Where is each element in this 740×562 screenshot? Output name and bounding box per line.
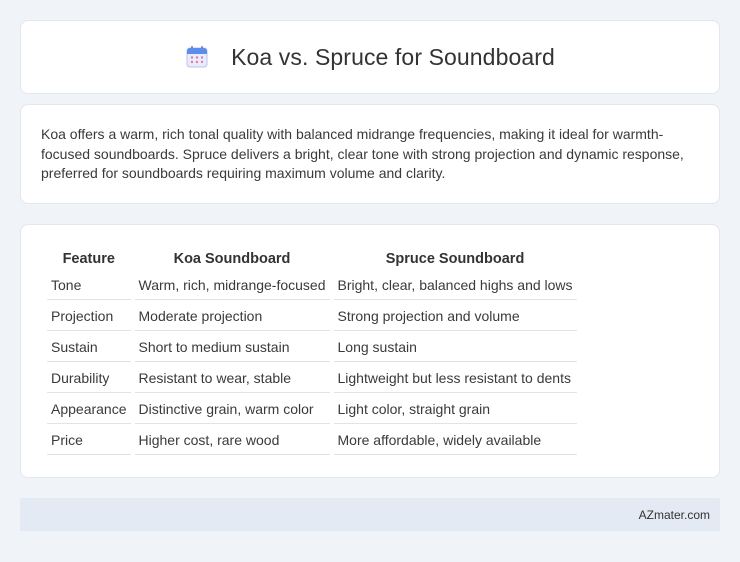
koa-cell: Distinctive grain, warm color <box>134 395 330 424</box>
intro-text: Koa offers a warm, rich tonal quality wi… <box>41 126 684 181</box>
table-row: Tone Warm, rich, midrange-focused Bright… <box>47 271 577 300</box>
spruce-cell: More affordable, widely available <box>333 426 577 455</box>
koa-cell: Warm, rich, midrange-focused <box>134 271 330 300</box>
title-wrap: Koa vs. Spruce for Soundboard <box>185 44 555 71</box>
koa-cell: Moderate projection <box>134 302 330 331</box>
spruce-cell: Bright, clear, balanced highs and lows <box>333 271 577 300</box>
title-card: Koa vs. Spruce for Soundboard <box>20 20 720 94</box>
spruce-cell: Strong projection and volume <box>333 302 577 331</box>
spruce-cell: Long sustain <box>333 333 577 362</box>
koa-cell: Higher cost, rare wood <box>134 426 330 455</box>
footer: AZmater.com <box>20 498 720 531</box>
table-row: Sustain Short to medium sustain Long sus… <box>47 333 577 362</box>
comparison-table: Feature Koa Soundboard Spruce Soundboard… <box>43 245 581 457</box>
comparison-card: Feature Koa Soundboard Spruce Soundboard… <box>20 224 720 478</box>
feature-cell: Tone <box>47 271 131 300</box>
feature-cell: Price <box>47 426 131 455</box>
table-row: Appearance Distinctive grain, warm color… <box>47 395 577 424</box>
table-header-row: Feature Koa Soundboard Spruce Soundboard <box>47 247 577 269</box>
page-title: Koa vs. Spruce for Soundboard <box>231 43 555 70</box>
feature-cell: Durability <box>47 364 131 393</box>
spruce-cell: Light color, straight grain <box>333 395 577 424</box>
feature-cell: Appearance <box>47 395 131 424</box>
table-row: Price Higher cost, rare wood More afford… <box>47 426 577 455</box>
column-header-spruce: Spruce Soundboard <box>385 251 525 267</box>
koa-cell: Short to medium sustain <box>134 333 330 362</box>
table-row: Projection Moderate projection Strong pr… <box>47 302 577 331</box>
footer-site-link[interactable]: AZmater.com <box>639 508 710 522</box>
calendar-icon <box>186 46 208 68</box>
spruce-cell: Lightweight but less resistant to dents <box>333 364 577 393</box>
feature-cell: Projection <box>47 302 131 331</box>
koa-cell: Resistant to wear, stable <box>134 364 330 393</box>
table-row: Durability Resistant to wear, stable Lig… <box>47 364 577 393</box>
feature-cell: Sustain <box>47 333 131 362</box>
column-header-koa: Koa Soundboard <box>173 251 291 267</box>
intro-card: Koa offers a warm, rich tonal quality wi… <box>20 104 720 204</box>
column-header-feature: Feature <box>62 251 115 267</box>
